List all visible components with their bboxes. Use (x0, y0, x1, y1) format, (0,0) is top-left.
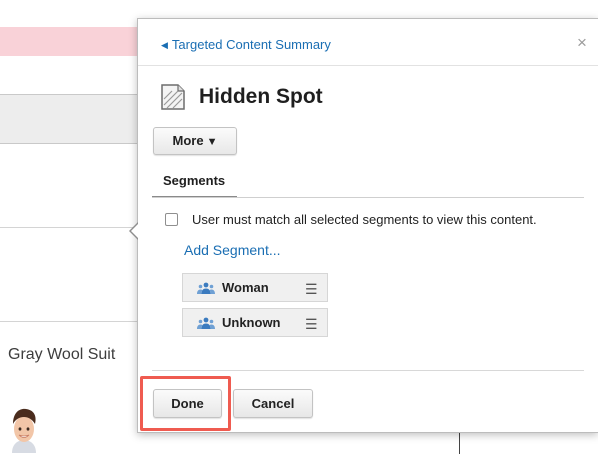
caret-left-icon: ◀ (161, 40, 168, 50)
popover-header: ◀ Targeted Content Summary × (138, 19, 598, 66)
done-button[interactable]: Done (153, 389, 222, 418)
targeted-content-popover: ◀ Targeted Content Summary × Hidden Spot … (129, 18, 598, 433)
tab-bar: Segments (152, 169, 584, 198)
background-banner (0, 27, 150, 56)
footer-divider (152, 370, 584, 371)
segment-item-unknown[interactable]: Unknown ☰ (182, 308, 328, 337)
back-link[interactable]: ◀ Targeted Content Summary (161, 37, 331, 52)
background-divider (0, 227, 150, 228)
drag-handle-icon[interactable]: ☰ (305, 281, 318, 298)
caret-down-icon: ▼ (206, 136, 218, 148)
background-divider (0, 321, 150, 322)
avatar (12, 408, 36, 453)
segment-name: Woman (222, 280, 269, 295)
users-icon (197, 282, 215, 294)
close-button[interactable]: × (577, 33, 587, 53)
drag-handle-icon[interactable]: ☰ (305, 316, 318, 333)
match-all-label: User must match all selected segments to… (192, 212, 537, 227)
page-title: Hidden Spot (199, 85, 323, 108)
tab-segments[interactable]: Segments (152, 169, 238, 197)
add-segment-link[interactable]: Add Segment... (184, 242, 281, 258)
product-name[interactable]: Gray Wool Suit (8, 346, 115, 364)
segment-name: Unknown (222, 315, 281, 330)
more-button[interactable]: More ▼ (153, 127, 237, 155)
more-button-label: More (172, 133, 204, 148)
back-link-label: Targeted Content Summary (171, 37, 331, 52)
background-panel-edge (459, 432, 598, 454)
content-spot-icon (161, 84, 185, 110)
background-bar (0, 94, 150, 144)
segment-item-woman[interactable]: Woman ☰ (182, 273, 328, 302)
cancel-button[interactable]: Cancel (233, 389, 313, 418)
users-icon (197, 317, 215, 329)
match-all-checkbox[interactable] (165, 213, 178, 226)
